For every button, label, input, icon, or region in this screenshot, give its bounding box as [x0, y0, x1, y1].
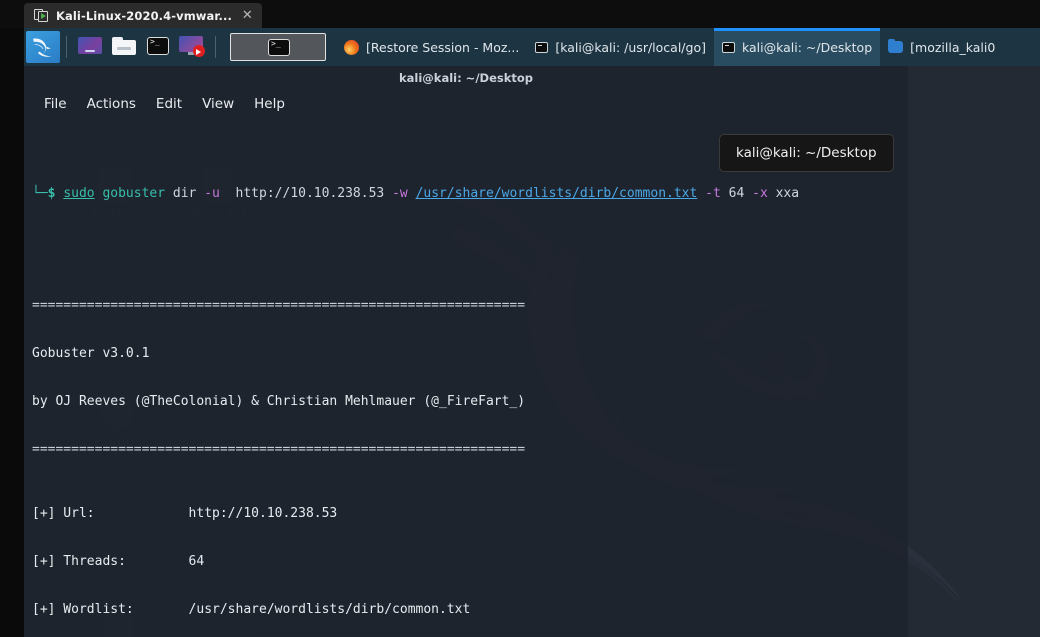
- config-key: [+] Wordlist:: [32, 602, 134, 617]
- cmd-flag-w: -w: [392, 186, 408, 201]
- vmware-tab-title: Kali-Linux-2020.4-vmwar...: [56, 8, 232, 23]
- cmd-threads: 64: [728, 186, 745, 201]
- taskbar-window-label: [mozilla_kali0: [910, 39, 996, 55]
- config-row: [+] Threads: 64: [32, 554, 908, 570]
- terminal-icon: [535, 41, 549, 53]
- kali-dragon-logo-icon[interactable]: [26, 31, 60, 63]
- config-pad: [95, 506, 189, 521]
- terminal-menubar: File Actions Edit View Help: [24, 90, 295, 118]
- separator: ========================================…: [32, 442, 526, 457]
- cmd-program: gobuster: [102, 186, 166, 201]
- cmd-wordlist: /usr/share/wordlists/dirb/common.txt: [415, 186, 698, 201]
- config-value: http://10.10.238.53: [188, 506, 338, 521]
- cmd-flag-x: -x: [752, 186, 768, 201]
- config-key: [+] Url:: [32, 506, 95, 521]
- taskbar-window-mozilla-folder[interactable]: [mozilla_kali0: [880, 28, 1003, 66]
- config-value: 64: [188, 554, 205, 569]
- cmd-subcommand: dir: [172, 186, 197, 201]
- taskbar-window-label: [kali@kali: /usr/local/go]: [555, 39, 706, 55]
- cmd-sudo: sudo: [63, 186, 95, 201]
- banner-line-2: by OJ Reeves (@TheColonial) & Christian …: [32, 394, 526, 409]
- file-manager-icon[interactable]: [109, 33, 139, 61]
- taskbar-divider-2: [215, 36, 216, 58]
- config-row: [+] Wordlist: /usr/share/wordlists/dirb/…: [32, 602, 908, 618]
- taskbar-window-label: kali@kali: ~/Desktop: [741, 39, 873, 55]
- dragon-glyph: [33, 38, 52, 57]
- taskbar-divider-1: [66, 36, 67, 58]
- menu-view[interactable]: View: [192, 93, 244, 115]
- show-desktop-icon[interactable]: [75, 33, 105, 61]
- terminal-icon: [721, 41, 735, 53]
- separator: ========================================…: [32, 298, 526, 313]
- close-icon[interactable]: ✕: [239, 9, 253, 22]
- firefox-icon: [344, 39, 359, 55]
- config-value: /usr/share/wordlists/dirb/common.txt: [188, 602, 471, 617]
- banner-line-1: Gobuster v3.0.1: [32, 346, 150, 361]
- taskbar-window-preview[interactable]: [230, 33, 326, 61]
- cmd-url: http://10.10.238.53: [235, 186, 385, 201]
- menu-help[interactable]: Help: [244, 93, 295, 115]
- menu-file[interactable]: File: [34, 93, 77, 115]
- window-tooltip: kali@kali: ~/Desktop: [719, 134, 894, 172]
- taskbar-window-terminal-go[interactable]: [kali@kali: /usr/local/go]: [527, 28, 714, 66]
- command-line: └─$ sudo gobuster dir -u http://10.10.23…: [32, 186, 908, 202]
- cmd-extension: xxa: [775, 186, 800, 201]
- vmware-tab-strip: Kali-Linux-2020.4-vmwar... ✕: [0, 0, 1040, 28]
- cmd-flag-u: -u: [204, 186, 220, 201]
- taskbar-window-terminal-desktop[interactable]: kali@kali: ~/Desktop: [713, 28, 881, 66]
- taskbar-window-label: [Restore Session - Moz...: [366, 39, 520, 55]
- screen-recorder-icon[interactable]: [177, 33, 207, 61]
- screen-root: Kali-Linux-2020.4-vmwar... ✕ >_ >_ [Rest…: [0, 0, 1040, 637]
- config-key: [+] Threads:: [32, 554, 126, 569]
- config-row: [+] Url: http://10.10.238.53: [32, 506, 908, 522]
- prompt-arrow: └─$: [32, 186, 56, 201]
- terminal-icon[interactable]: [143, 33, 173, 61]
- config-pad: [126, 554, 189, 569]
- desktop: Trash hash.txt Home rockyou.txt kali@kal…: [24, 66, 1040, 637]
- menu-actions[interactable]: Actions: [77, 93, 146, 115]
- config-pad: [134, 602, 189, 617]
- terminal-window-title: kali@kali: ~/Desktop: [399, 71, 533, 85]
- taskbar-window-firefox[interactable]: [Restore Session - Moz...: [336, 28, 527, 66]
- taskbar: [Restore Session - Moz... [kali@kali: /u…: [24, 28, 1040, 66]
- folder-icon: [888, 38, 904, 53]
- vmware-vm-tab[interactable]: Kali-Linux-2020.4-vmwar... ✕: [24, 3, 262, 28]
- menu-edit[interactable]: Edit: [146, 93, 192, 115]
- vm-thumbnail-icon: [34, 8, 49, 23]
- terminal-output[interactable]: └─$ sudo gobuster dir -u http://10.10.23…: [32, 122, 908, 637]
- cmd-flag-t: -t: [705, 186, 721, 201]
